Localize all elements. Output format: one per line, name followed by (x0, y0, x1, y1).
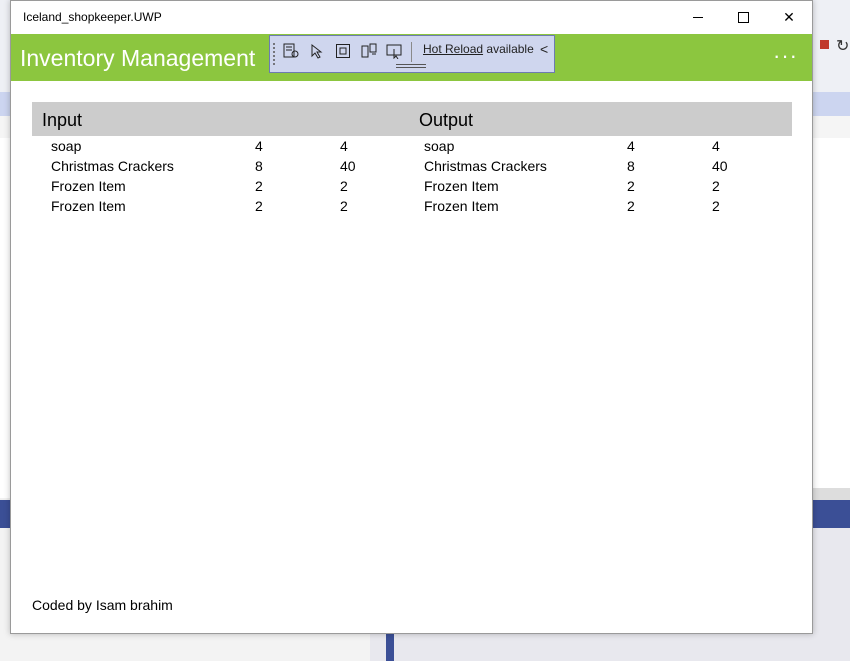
output-item-total: 4 (712, 138, 720, 154)
ide-bottom-accent (386, 632, 394, 661)
toolbar-underline (396, 64, 426, 65)
app-window: Iceland_shopkeeper.UWP ✕ Inventory Manag… (10, 0, 813, 634)
live-visual-tree-icon[interactable] (282, 42, 300, 60)
maximize-icon (737, 12, 749, 23)
output-item-name: Christmas Crackers (424, 158, 547, 174)
select-element-icon[interactable] (308, 42, 326, 60)
table-header: Input Output (32, 102, 792, 136)
output-item-qty: 4 (627, 138, 635, 154)
close-icon: ✕ (783, 9, 795, 25)
collapse-toolbar-icon[interactable]: < (540, 41, 548, 57)
output-item-qty: 2 (627, 178, 635, 194)
hot-reload-status: Hot Reload available (423, 42, 534, 56)
output-item-total: 40 (712, 158, 728, 174)
list-row: Christmas Crackers 8 40 Christmas Cracke… (11, 158, 812, 178)
window-title: Iceland_shopkeeper.UWP (23, 10, 162, 24)
input-item-total: 40 (340, 158, 356, 174)
output-item-qty: 8 (627, 158, 635, 174)
title-bar[interactable]: Iceland_shopkeeper.UWP ✕ (11, 1, 812, 34)
hot-reload-availability: available (486, 42, 534, 56)
close-button[interactable]: ✕ (766, 1, 812, 34)
output-item-total: 2 (712, 178, 720, 194)
input-item-qty: 2 (255, 178, 263, 194)
list-row: soap 4 4 soap 4 4 (11, 138, 812, 158)
list-row: Frozen Item 2 2 Frozen Item 2 2 (11, 198, 812, 218)
ide-splitter (812, 488, 850, 500)
minimize-icon (693, 17, 703, 18)
output-item-name: Frozen Item (424, 198, 499, 214)
input-item-total: 4 (340, 138, 348, 154)
list-row: Frozen Item 2 2 Frozen Item 2 2 (11, 178, 812, 198)
input-item-name: Frozen Item (51, 178, 126, 194)
output-item-total: 2 (712, 198, 720, 214)
input-item-qty: 4 (255, 138, 263, 154)
more-options-button[interactable]: ··· (773, 43, 798, 69)
input-heading: Input (42, 110, 83, 130)
restart-icon[interactable]: ↻ (836, 36, 849, 56)
input-item-name: soap (51, 138, 82, 154)
output-item-qty: 2 (627, 198, 635, 214)
binding-failures-icon[interactable] (386, 42, 404, 60)
input-item-total: 2 (340, 198, 348, 214)
output-heading: Output (419, 110, 474, 130)
input-item-name: Christmas Crackers (51, 158, 174, 174)
drag-grip-icon[interactable] (272, 42, 276, 66)
input-item-qty: 8 (255, 158, 263, 174)
page-title: Inventory Management (20, 45, 256, 71)
input-item-name: Frozen Item (51, 198, 126, 214)
ide-right-pane (812, 138, 850, 488)
toolbar-separator (411, 42, 412, 62)
output-item-name: Frozen Item (424, 178, 499, 194)
hot-reload-link[interactable]: Hot Reload (423, 42, 483, 56)
minimize-button[interactable] (675, 1, 721, 34)
hot-reload-toolbar: Hot Reload available < (269, 35, 555, 73)
footer-credit: Coded by Isam brahim (32, 597, 173, 613)
maximize-button[interactable] (720, 1, 766, 34)
track-focus-icon[interactable] (360, 42, 378, 60)
display-layout-adorners-icon[interactable] (334, 42, 352, 60)
stop-debug-icon[interactable] (820, 40, 829, 49)
input-item-total: 2 (340, 178, 348, 194)
output-item-name: soap (424, 138, 455, 154)
input-item-qty: 2 (255, 198, 263, 214)
